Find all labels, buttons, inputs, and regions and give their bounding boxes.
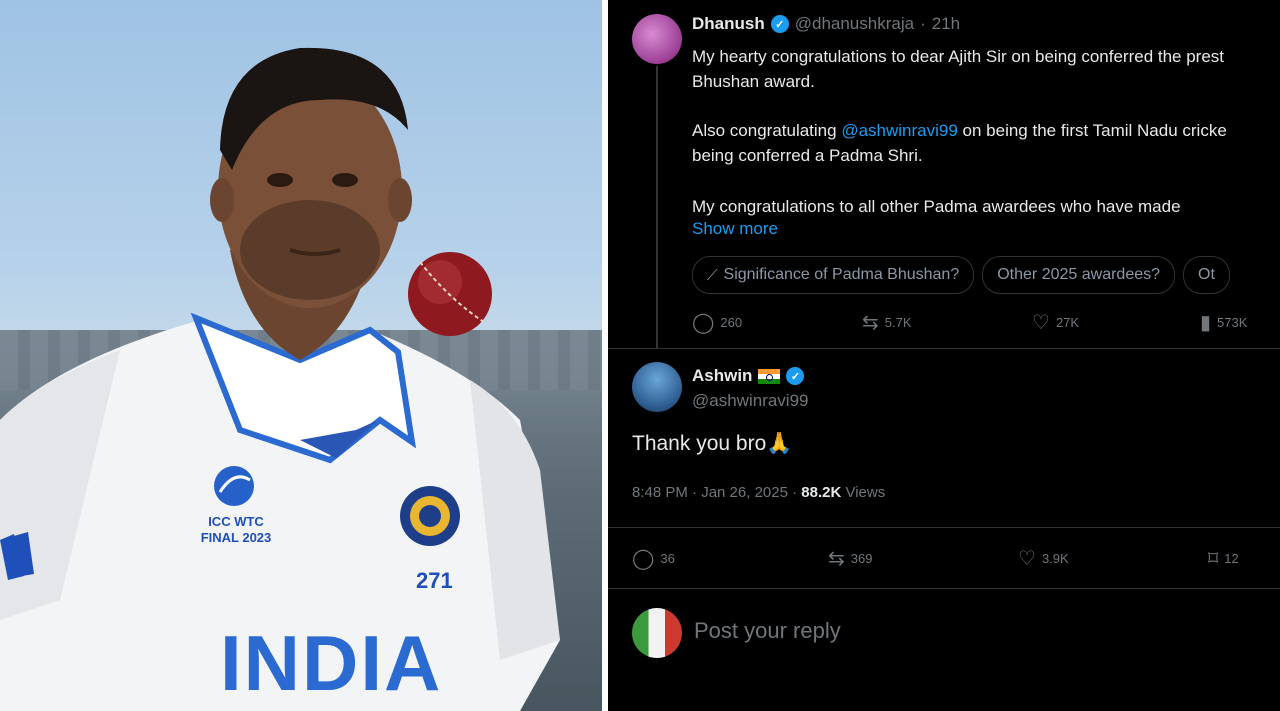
reply-author-name[interactable]: Ashwin [692,366,752,386]
post-reply-input[interactable]: Post your reply [694,618,841,644]
tweet-time[interactable]: 21h [932,14,960,34]
like-count: 27K [1055,314,1080,330]
ashwin-mention-link[interactable]: @ashwinravi99 [841,121,957,140]
tweet-body-line-1: My hearty congratulations to dear Ajith … [692,47,1225,66]
bookmark-button[interactable]: ⌑ 12 [1208,546,1239,571]
chip-other-awardees[interactable]: Other 2025 awardees? [982,256,1176,294]
reply-views-count: 88.2K [801,484,842,501]
reply-icon: ◯ [692,311,715,334]
player-illustration [0,47,560,711]
like-button[interactable]: ♡ 27K [1032,310,1079,335]
show-more-link[interactable]: Show more [692,219,778,239]
bookmark-count: 12 [1224,550,1239,566]
line3-suffix: on being the first Tamil Nadu cricke [957,121,1227,140]
reply-icon: ◯ [632,547,655,570]
reply-header: Ashwin ✓ [692,366,805,386]
reply-author-handle[interactable]: @ashwinravi99 [692,391,808,411]
repost-icon: ⇆ [828,547,845,570]
repost-button[interactable]: ⇆ 369 [828,546,872,571]
thread-connector-line [656,66,658,348]
reply-timestamp[interactable]: 8:48 PM · Jan 26, 2025 · [632,484,801,501]
repost-count: 5.7K [884,314,912,330]
wtc-badge: ICC WTC FINAL 2023 [186,514,286,546]
reply-meta: 8:48 PM · Jan 26, 2025 · 88.2K Views [632,484,885,501]
ashwin-avatar[interactable] [632,362,682,412]
grok-icon: ⟋ [707,266,718,284]
author-handle[interactable]: @dhanushkraja [795,14,914,34]
reply-count: 260 [720,314,743,330]
like-button[interactable]: ♡ 3.9K [1018,546,1069,571]
tweet-body-line-5: My congratulations to all other Padma aw… [692,197,1181,216]
chip-label: Other 2025 awardees? [997,266,1161,283]
india-flag-icon [758,368,781,384]
chip-label: Ot [1198,266,1215,283]
tweet-body-line-2: Bhushan award. [692,72,815,91]
line3-prefix: Also congratulating [692,121,842,140]
current-user-avatar[interactable] [632,608,682,658]
chip-significance[interactable]: ⟋ Significance of Padma Bhushan? [692,256,975,294]
reply-views-label: Views [841,484,886,501]
reply-action-bar: ◯ 36 ⇆ 369 ♡ 3.9K ⌑ 12 [632,546,1272,570]
repost-button[interactable]: ⇆ 5.7K [862,310,912,335]
views-icon: ▮ [1200,311,1212,334]
divider [608,588,1280,589]
verified-icon: ✓ [786,367,805,385]
wtc-badge-line2: FINAL 2023 [200,530,272,545]
author-name[interactable]: Dhanush [692,14,765,34]
views-button[interactable]: ▮ 573K [1200,310,1247,335]
reply-count: 36 [660,550,675,566]
repost-icon: ⇆ [862,311,879,334]
wtc-badge-line1: ICC WTC [208,514,264,529]
player-photo: ICC WTC FINAL 2023 271 INDIA [0,0,602,711]
verified-icon: ✓ [770,15,789,33]
reply-button[interactable]: ◯ 36 [632,546,675,571]
bookmark-icon: ⌑ [1208,547,1219,570]
chip-more[interactable]: Ot [1183,256,1230,294]
dhanush-avatar[interactable] [632,14,682,64]
divider [608,527,1280,528]
tweet-header: Dhanush ✓ @dhanushkraja · 21h [692,14,960,34]
tweet-body-line-4: being conferred a Padma Shri. [692,146,923,165]
like-icon: ♡ [1032,311,1050,334]
reply-text: Thank you bro🙏 [632,432,793,455]
dot-separator: · [920,14,926,33]
like-count: 3.9K [1041,550,1069,566]
chip-label: Significance of Padma Bhushan? [723,266,960,283]
views-count: 573K [1217,314,1248,330]
like-icon: ♡ [1018,547,1036,570]
tweet-panel: Dhanush ✓ @dhanushkraja · 21h My hearty … [608,0,1280,711]
reply-button[interactable]: ◯ 260 [692,310,742,335]
repost-count: 369 [850,550,873,566]
grok-suggestion-chips: ⟋ Significance of Padma Bhushan? Other 2… [692,256,1230,294]
divider [608,348,1280,349]
tweet-action-bar: ◯ 260 ⇆ 5.7K ♡ 27K ▮ 573K [692,310,1272,334]
tweet-body-line-3: Also congratulating @ashwinravi99 on bei… [692,118,1272,143]
jersey-number: 271 [416,568,453,593]
jersey-word: INDIA [220,619,443,707]
